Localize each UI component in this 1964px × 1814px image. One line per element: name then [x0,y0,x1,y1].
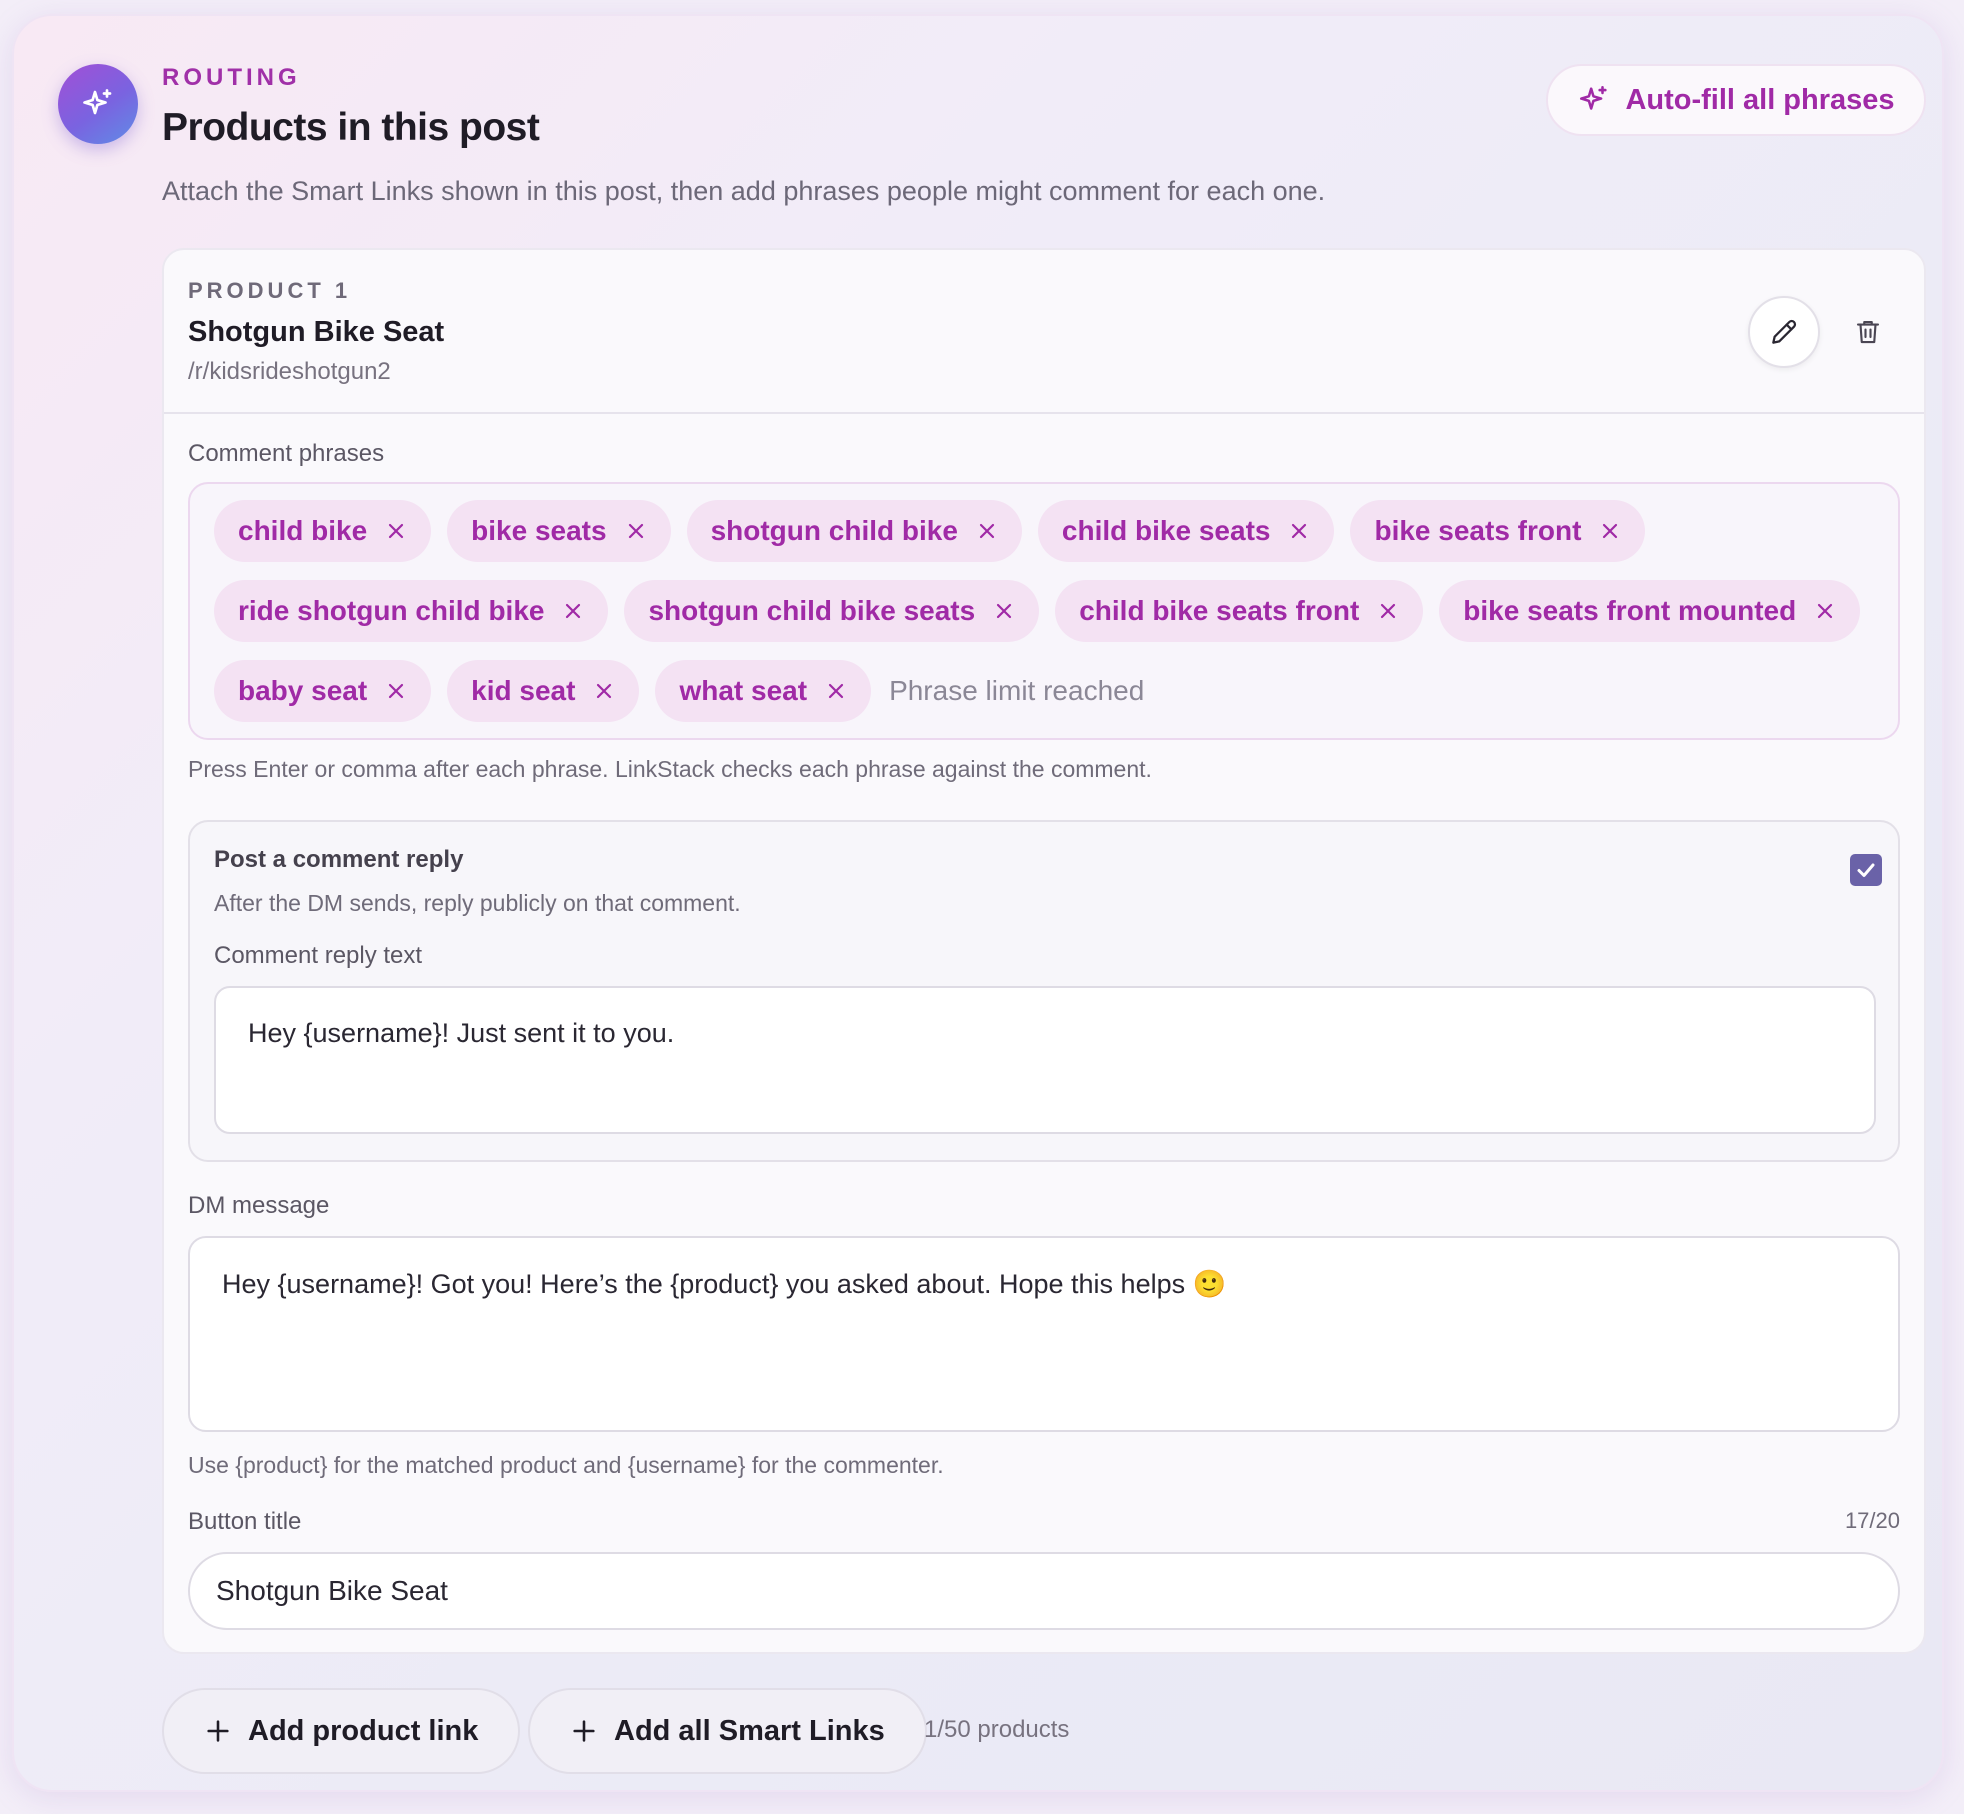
dm-message-hint: Use {product} for the matched product an… [188,1452,944,1478]
close-icon [597,683,612,699]
products-count: 1/50 products [924,1716,1070,1743]
add-product-link-label: Add product link [248,1714,479,1747]
phrase-chip-label: kid seat [471,675,576,706]
close-icon [1818,603,1833,619]
phrase-chip-label: child bike [238,515,368,546]
phrase-chip-label: what seat [679,675,808,706]
remove-phrase-button[interactable] [1377,600,1399,622]
close-icon [566,603,581,619]
phrase-chip: child bike seats front [1055,580,1424,642]
close-icon [389,523,404,539]
comment-reply-title: Post a comment reply [214,846,464,873]
phrase-row: baby seat kid seat what seat Phrase limi… [214,660,1144,722]
phrase-limit-text: Phrase limit reached [889,675,1145,706]
close-icon [389,683,404,699]
phrase-chip: baby seat [214,660,432,722]
phrase-chip: shotgun child bike [686,500,1022,562]
phrase-chip: bike seats front mounted [1439,580,1861,642]
remove-phrase-button[interactable] [385,680,407,702]
add-all-smart-links-button[interactable]: Add all Smart Links [528,1688,927,1774]
close-icon [997,603,1012,619]
remove-phrase-button[interactable] [1599,520,1621,542]
dm-message-label: DM message [188,1192,330,1219]
comment-reply-checkbox[interactable] [1850,854,1882,886]
phrase-chip: shotgun child bike seats [624,580,1040,642]
phrase-chip-label: baby seat [238,675,368,706]
phrase-chip: child bike [214,500,432,562]
phrase-chip-label: shotgun child bike seats [648,595,976,626]
product-eyebrow: PRODUCT 1 [188,278,352,303]
routing-badge [58,64,138,144]
sparkle-icon [1580,85,1608,110]
close-icon [979,523,995,539]
plus-icon [573,1720,595,1742]
phrase-chip-label: child bike seats [1061,515,1271,546]
product-card-header: PRODUCT 1 Shotgun Bike Seat /r/kidsrides… [164,250,1924,414]
product-card: PRODUCT 1 Shotgun Bike Seat /r/kidsrides… [162,248,1926,1654]
phrase-input-box[interactable]: child bike bike seats shotgun child bike… [188,482,1900,740]
button-title-counter: 17/20 [1844,1508,1900,1533]
routing-panel: ROUTING Products in this post Attach the… [12,14,1944,1792]
phrase-chip: bike seats front [1350,500,1646,562]
dm-message-textarea[interactable]: Hey {username}! Got you! Here’s the {pro… [188,1236,1900,1432]
pencil-icon [1772,319,1797,344]
button-title-input[interactable]: Shotgun Bike Seat [188,1552,1900,1630]
add-all-smart-links-label: Add all Smart Links [614,1714,885,1747]
phrase-chip: ride shotgun child bike [214,580,609,642]
add-product-link-button[interactable]: Add product link [162,1688,521,1774]
phrase-chip-label: bike seats front [1374,515,1582,546]
phrase-chip: what seat [655,660,872,722]
remove-phrase-button[interactable] [825,680,847,702]
button-title-label: Button title [188,1508,302,1535]
autofill-label: Auto-fill all phrases [1625,83,1895,116]
product-name: Shotgun Bike Seat [188,316,445,348]
phrase-chip: kid seat [447,660,640,722]
section-eyebrow: ROUTING [162,64,301,91]
phrase-chip-label: shotgun child bike [710,515,958,546]
remove-phrase-button[interactable] [593,680,615,702]
remove-phrase-button[interactable] [1814,600,1836,622]
phrase-row: ride shotgun child bike shotgun child bi… [214,580,1861,642]
remove-phrase-button[interactable] [562,600,584,622]
close-icon [1603,523,1618,539]
page-title: Products in this post [162,106,540,149]
phrase-chip: bike seats [447,500,671,562]
phrase-row: child bike bike seats shotgun child bike… [214,500,1646,562]
comment-reply-text-label: Comment reply text [214,942,423,969]
remove-phrase-button[interactable] [385,520,407,542]
close-icon [828,683,844,699]
phrase-chip-label: ride shotgun child bike [238,595,545,626]
trash-icon [1856,320,1880,344]
autofill-phrases-button[interactable]: Auto-fill all phrases [1546,64,1926,136]
comment-reply-section: Post a comment reply After the DM sends,… [188,820,1900,1162]
close-icon [628,523,643,539]
sparkle-icon [83,89,112,115]
check-icon [1857,863,1875,877]
close-icon [1292,523,1307,539]
close-icon [1381,603,1396,619]
phrase-chip-label: child bike seats front [1079,595,1360,626]
phrase-chip-label: bike seats front mounted [1463,595,1797,626]
phrases-hint: Press Enter or comma after each phrase. … [188,756,1152,782]
remove-phrase-button[interactable] [993,600,1015,622]
delete-product-button[interactable] [1840,304,1896,360]
comment-reply-textarea[interactable]: Hey {username}! Just sent it to you. [214,986,1876,1134]
remove-phrase-button[interactable] [625,520,647,542]
phrase-chip: child bike seats [1037,500,1335,562]
comment-reply-description: After the DM sends, reply publicly on th… [214,890,741,916]
comment-phrases-label: Comment phrases [188,440,385,467]
edit-product-button[interactable] [1748,296,1820,368]
plus-icon [207,1720,229,1742]
product-path: /r/kidsrideshotgun2 [188,358,391,385]
page-subtitle: Attach the Smart Links shown in this pos… [162,176,1326,206]
phrase-chip-label: bike seats [471,515,607,546]
remove-phrase-button[interactable] [1288,520,1310,542]
remove-phrase-button[interactable] [976,520,998,542]
